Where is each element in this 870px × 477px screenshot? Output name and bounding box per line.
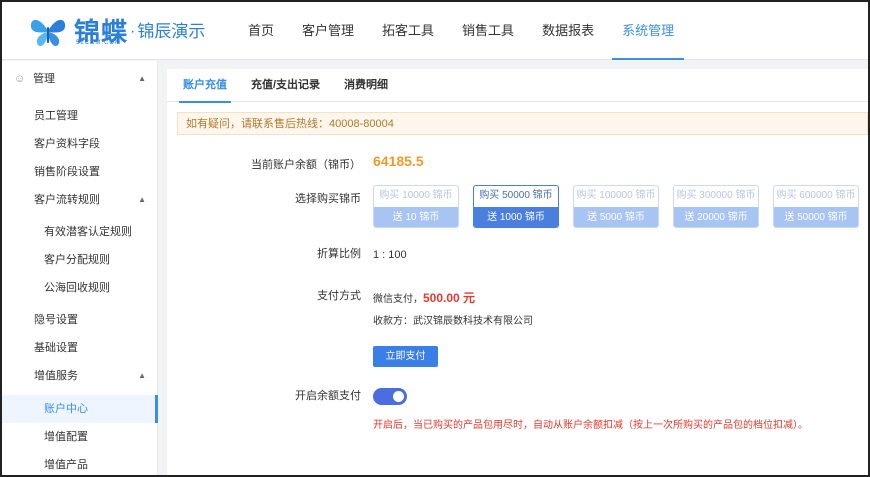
main-panel: 账户充值 充值/支出记录 消费明细 如有疑问，请联系售后热线：40008-80004… — [167, 69, 868, 475]
coin-pack-option[interactable]: 购买 10000 锦币送 10 锦币 — [373, 185, 459, 228]
sidebar-group-label: 管理 — [33, 73, 56, 85]
pack-buy-amount: 购买 50000 锦币 — [479, 190, 553, 201]
tab-bar: 账户充值 充值/支出记录 消费明细 — [167, 69, 868, 103]
pay-now-button[interactable]: 立即支付 — [373, 346, 438, 367]
pack-buy-amount: 购买 10000 锦币 — [379, 190, 453, 201]
sidebar-item-fields[interactable]: 客户资料字段 — [2, 130, 158, 158]
nav-item-5[interactable]: 系统管理 — [612, 2, 685, 60]
tab-1[interactable]: 充值/支出记录 — [243, 69, 328, 102]
logo-separator: · — [130, 23, 136, 40]
pack-bonus: 送 5000 锦币 — [574, 207, 658, 227]
pack-buy-amount: 购买 100000 锦币 — [576, 190, 656, 201]
notice-banner: 如有疑问，请联系售后热线：40008-80004 — [177, 112, 868, 135]
app-frame: 锦蝶 · 锦辰演示 52CRM.COM 首页 客户管理 拓客工具 销售工具 数据报表 系统… — [0, 0, 870, 477]
ratio-value: 1 : 100 — [373, 249, 407, 261]
sidebar-item-privacy[interactable]: 隐号设置 — [2, 306, 158, 334]
sidebar-item-recycle-rule[interactable]: 公海回收规则 — [2, 274, 158, 302]
balance-pay-toggle[interactable] — [373, 388, 407, 405]
balance-pay-label: 开启余额支付 — [295, 390, 361, 402]
coin-pack-option[interactable]: 购买 100000 锦币送 5000 锦币 — [573, 185, 659, 228]
nav-item-3[interactable]: 销售工具 — [452, 2, 524, 60]
pay-method-line: 微信支付，500.00 元 — [373, 289, 475, 306]
coin-pack-option[interactable]: 购买 300000 锦币送 20000 锦币 — [673, 185, 759, 228]
sidebar-item-stages[interactable]: 销售阶段设置 — [2, 158, 158, 186]
sidebar-item-staff[interactable]: 员工管理 — [2, 102, 158, 130]
ratio-label: 折算比例 — [317, 248, 361, 260]
sidebar-item-valid-lead-rule[interactable]: 有效潜客认定规则 — [2, 218, 158, 246]
sidebar-item-label: 增值服务 — [34, 370, 78, 382]
nav-item-2[interactable]: 拓客工具 — [372, 2, 444, 60]
nav-item-1[interactable]: 客户管理 — [292, 2, 364, 60]
balance-pay-hint: 开启后，当已购买的产品包用尽时，自动从账户余额扣减（按上一次所购买的产品包的档位… — [373, 420, 808, 431]
chevron-up-icon: ▲ — [138, 74, 146, 83]
pack-bonus: 送 1000 锦币 — [474, 207, 558, 227]
pack-bonus: 送 20000 锦币 — [674, 207, 758, 227]
sidebar-item-vas[interactable]: 增值服务 ▲ — [2, 362, 158, 390]
pay-method-label: 支付方式 — [317, 290, 361, 302]
sidebar-item-vas-config[interactable]: 增值配置 — [2, 423, 158, 451]
pack-list: 购买 10000 锦币送 10 锦币 购买 50000 锦币送 1000 锦币 购买… — [373, 185, 868, 228]
sidebar-item-label: 客户流转规则 — [34, 194, 100, 206]
main-nav: 首页 客户管理 拓客工具 销售工具 数据报表 系统管理 — [238, 2, 692, 60]
pack-bonus: 送 10 锦币 — [374, 207, 458, 227]
sidebar: ☺ 管理 ▲ 员工管理 客户资料字段 销售阶段设置 客户流转规则 ▲ 有效潜客认… — [2, 61, 158, 475]
sidebar-group-manage[interactable]: ☺ 管理 ▲ — [2, 65, 158, 93]
nav-item-4[interactable]: 数据报表 — [532, 2, 604, 60]
payee: 收款方：武汉锦辰数科技术有限公司 — [373, 316, 533, 327]
top-header: 锦蝶 · 锦辰演示 52CRM.COM 首页 客户管理 拓客工具 销售工具 数据报表 系统… — [2, 2, 868, 60]
toggle-knob — [393, 391, 404, 402]
sidebar-item-assign-rule[interactable]: 客户分配规则 — [2, 246, 158, 274]
coin-pack-option[interactable]: 购买 600000 锦币送 50000 锦币 — [773, 185, 859, 228]
balance-label: 当前账户余额（锦币） — [251, 159, 361, 171]
sidebar-item-basic[interactable]: 基础设置 — [2, 334, 158, 362]
logo[interactable]: 锦蝶 · 锦辰演示 52CRM.COM — [28, 14, 205, 50]
balance-value: 64185.5 — [373, 153, 424, 169]
pay-method: 微信支付， — [373, 294, 423, 305]
pack-buy-amount: 购买 300000 锦币 — [676, 190, 756, 201]
pack-bonus: 送 50000 锦币 — [774, 207, 858, 227]
sidebar-item-account-center[interactable]: 账户中心 — [2, 395, 158, 423]
coin-pack-option[interactable]: 购买 50000 锦币送 1000 锦币 — [473, 185, 559, 228]
tab-0[interactable]: 账户充值 — [175, 69, 235, 103]
pack-buy-amount: 购买 600000 锦币 — [776, 190, 856, 201]
buy-label: 选择购买锦币 — [295, 193, 361, 205]
butterfly-logo-icon — [30, 19, 66, 47]
sidebar-item-flow-rules[interactable]: 客户流转规则 ▲ — [2, 186, 158, 214]
chevron-up-icon: ▲ — [138, 195, 146, 204]
tab-2[interactable]: 消费明细 — [336, 69, 396, 102]
pay-amount: 500.00 元 — [423, 291, 476, 305]
sidebar-item-vas-product[interactable]: 增值产品 — [2, 451, 158, 475]
user-icon: ☺ — [14, 73, 26, 85]
logo-domain: 52CRM.COM — [76, 40, 122, 46]
chevron-up-icon: ▲ — [138, 371, 146, 380]
nav-item-0[interactable]: 首页 — [238, 2, 284, 60]
logo-tenant: 锦辰演示 — [137, 22, 206, 41]
